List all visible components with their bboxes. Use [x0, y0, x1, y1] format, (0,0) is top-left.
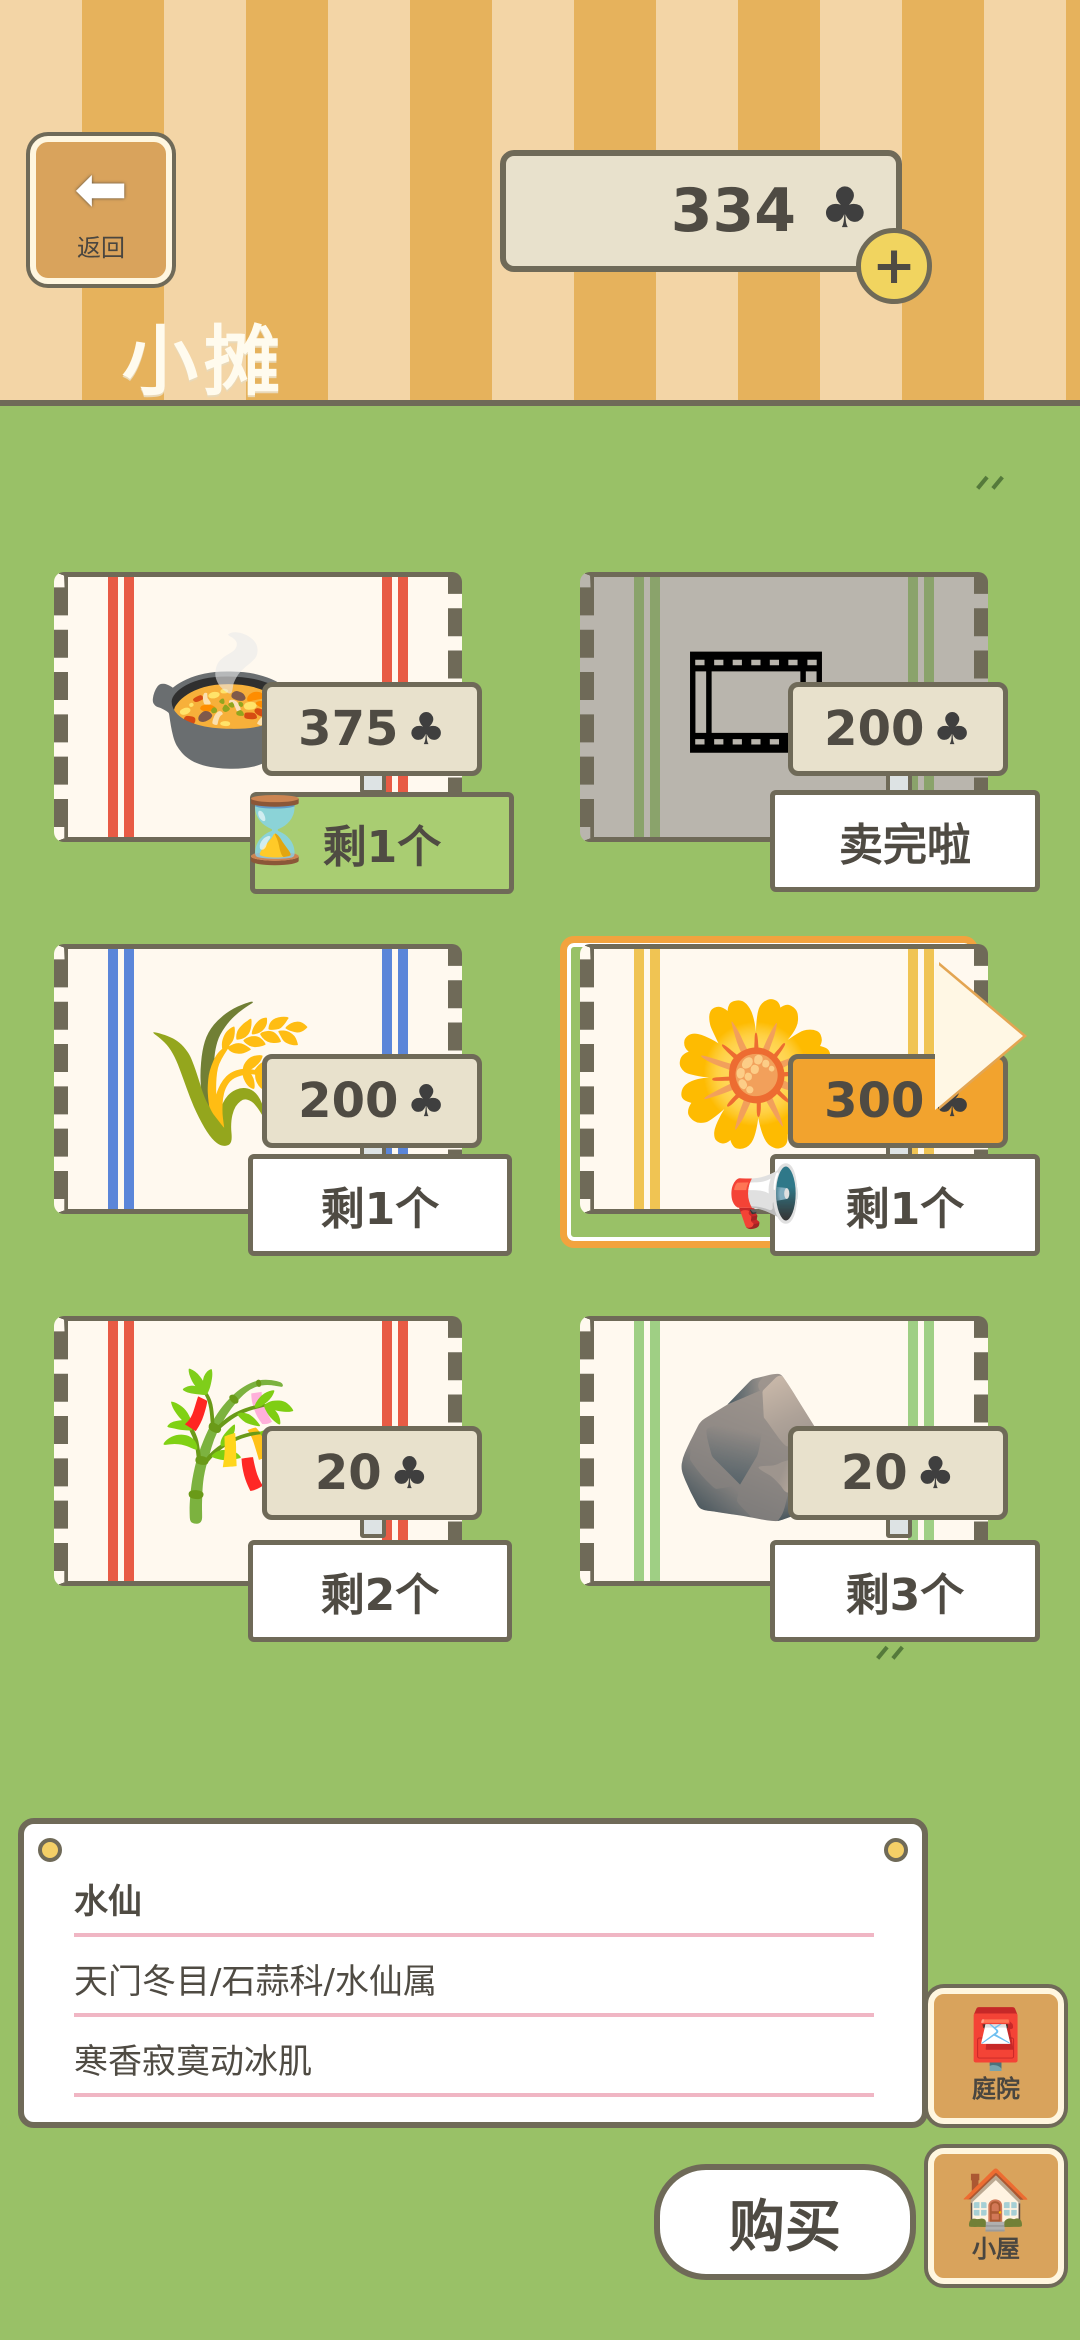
clover-icon: ♣ [932, 703, 972, 755]
stock-label: 📢 剩1个 [727, 1154, 1040, 1256]
price-value: 375 [298, 701, 399, 757]
price-value: 200 [298, 1073, 399, 1129]
price-value: 20 [314, 1445, 382, 1501]
shop-item-soup[interactable]: 🍲 375 ♣ ⌛ 剩1个 [30, 572, 530, 902]
next-arrow-icon[interactable] [935, 962, 1023, 1110]
shop-item-stones[interactable]: 🪨 20 ♣ 剩3个 [556, 1316, 1056, 1646]
clover-icon: ♣ [915, 1447, 956, 1499]
price-value: 200 [824, 701, 925, 757]
stock-label: 剩1个 [248, 1154, 512, 1256]
yard-label: 庭院 [972, 2074, 1020, 2103]
price-tag: 20 ♣ [262, 1426, 482, 1520]
grass-decoration: ᐟᐟ [975, 470, 1006, 511]
clover-amount: 334 [670, 176, 796, 246]
buy-button[interactable]: 购买 [654, 2164, 916, 2280]
price-value: 20 [840, 1445, 908, 1501]
yard-button[interactable]: 📮 庭院 [928, 1988, 1064, 2124]
price-tag: 20 ♣ [788, 1426, 1008, 1520]
page-title: 小摊 [122, 317, 286, 406]
clover-icon: ♣ [389, 1447, 430, 1499]
house-button[interactable]: 🏠 小屋 [928, 2148, 1064, 2284]
stock-text: 剩1个 [322, 822, 442, 873]
grass-decoration: ᐟᐟ [875, 1640, 906, 1681]
stock-label: 剩3个 [770, 1540, 1040, 1642]
stock-text: 剩1个 [845, 1184, 965, 1235]
price-value: 300 [824, 1073, 925, 1129]
clover-icon: ♣ [406, 1075, 446, 1127]
stock-label: 卖完啦 [770, 790, 1040, 892]
shop-item-ribbon[interactable]: 🎞 200 ♣ 卖完啦 [556, 572, 1056, 902]
price-tag: 200 ♣ [262, 1054, 482, 1148]
house-label: 小屋 [972, 2234, 1020, 2263]
stock-label: ⌛ 剩1个 [235, 792, 514, 894]
item-info-card: 水仙 天门冬目/石蒜科/水仙属 寒香寂寞动冰肌 [18, 1818, 928, 2128]
back-button[interactable]: ⬅ 返回 [30, 136, 172, 284]
house-icon: 🏠 [959, 2164, 1033, 2233]
item-description: 寒香寂寞动冰肌 [74, 2034, 874, 2097]
clover-balance: 334 ♣ [500, 150, 902, 272]
shop-item-grain[interactable]: 🌾 200 ♣ 剩1个 [30, 944, 530, 1274]
hourglass-icon: ⌛ [235, 794, 315, 868]
add-clover-button[interactable]: + [856, 228, 932, 304]
clover-icon: ♣ [819, 176, 870, 241]
card-pin [884, 1838, 908, 1862]
shop-item-bamboo[interactable]: 🎋 20 ♣ 剩2个 [30, 1316, 530, 1646]
stock-label: 剩2个 [248, 1540, 512, 1642]
mailbox-icon: 📮 [959, 2004, 1033, 2073]
price-tag: 200 ♣ [788, 682, 1008, 776]
megaphone-icon: 📢 [727, 1162, 802, 1232]
item-name: 水仙 [74, 1874, 874, 1937]
item-classification: 天门冬目/石蒜科/水仙属 [74, 1954, 874, 2017]
back-arrow-icon: ⬅ [74, 152, 128, 227]
clover-icon: ♣ [406, 703, 446, 755]
price-tag: 375 ♣ [262, 682, 482, 776]
back-label: 返回 [77, 233, 125, 262]
card-pin [38, 1838, 62, 1862]
